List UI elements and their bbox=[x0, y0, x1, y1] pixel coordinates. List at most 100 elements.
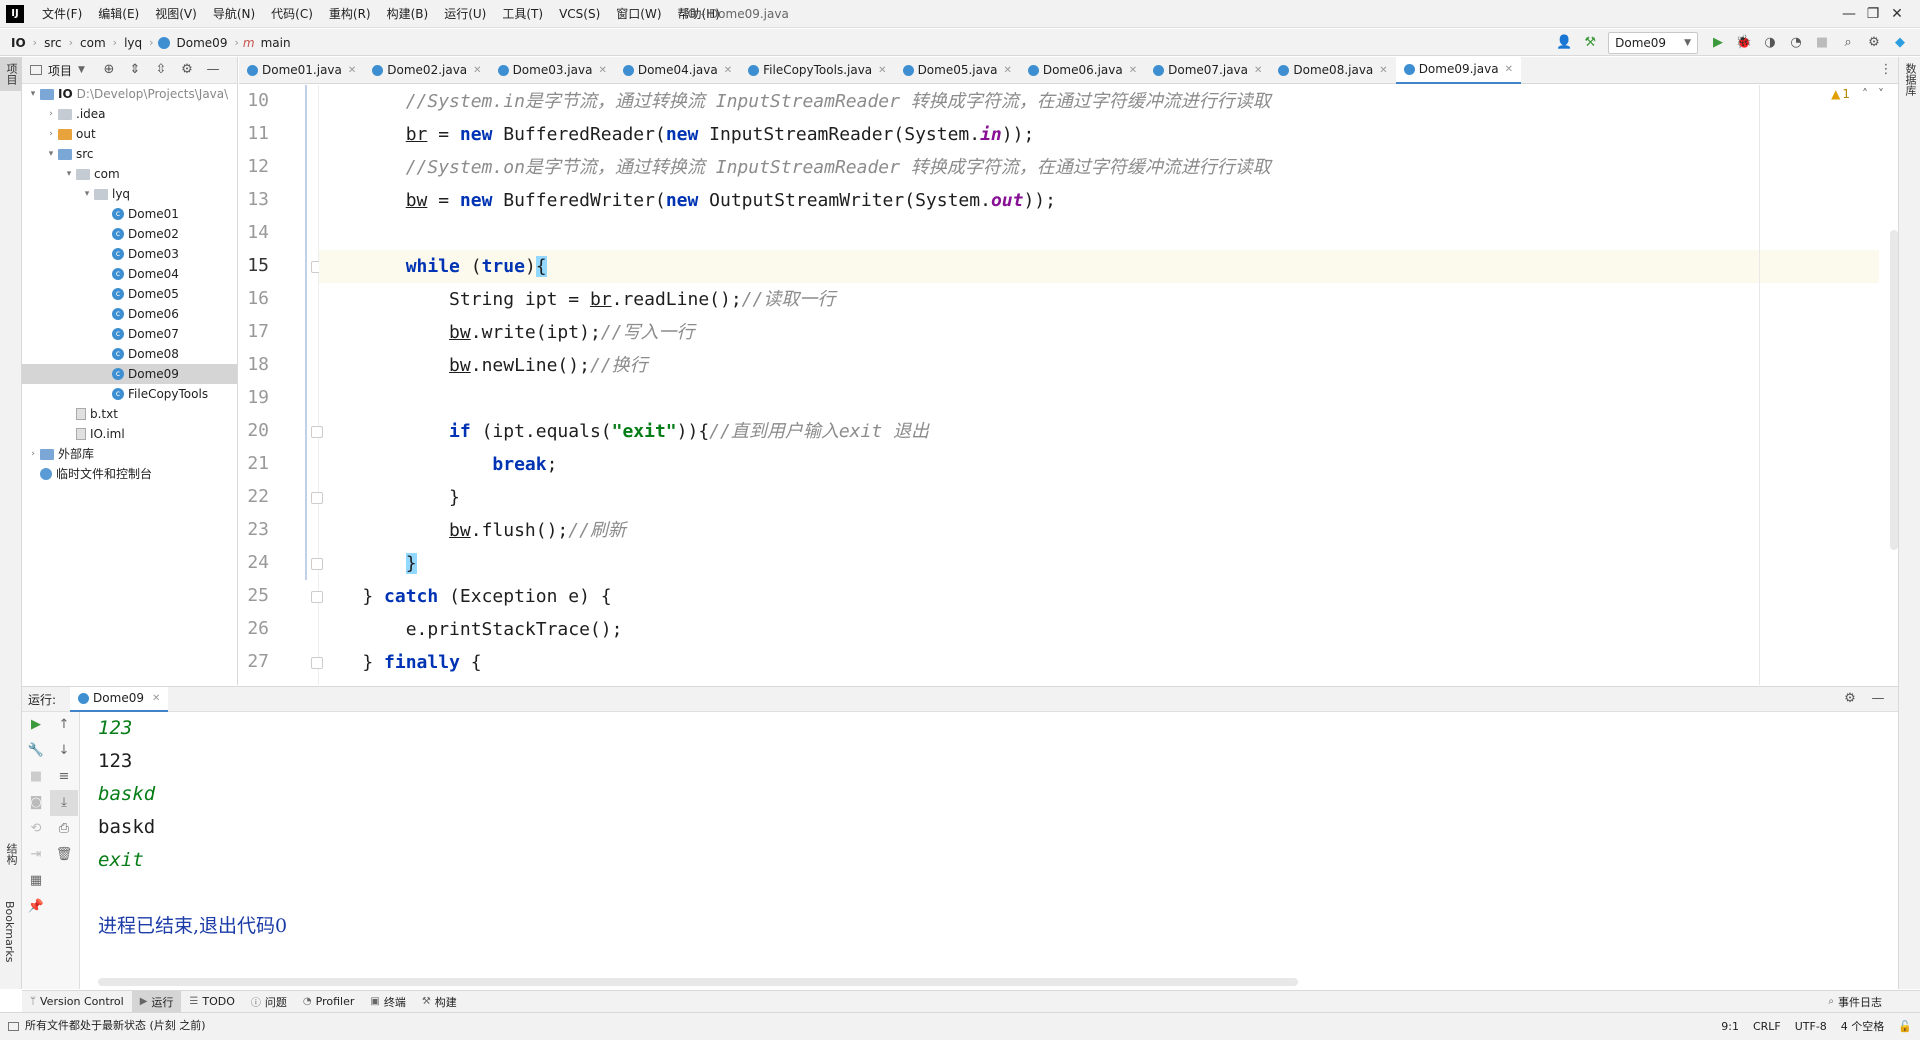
chevron-down-icon[interactable]: ▼ bbox=[78, 65, 85, 75]
code-area[interactable]: //System.in是字节流，通过转换流 InputStreamReader … bbox=[319, 85, 1879, 685]
gear-icon[interactable]: ⚙ bbox=[175, 58, 199, 82]
close-icon[interactable]: ✕ bbox=[1379, 65, 1387, 76]
tree-item[interactable]: ▾ src bbox=[22, 144, 237, 164]
tree-toggle-icon[interactable]: › bbox=[44, 104, 58, 124]
menu-window[interactable]: 窗口(W) bbox=[608, 0, 669, 28]
editor-tab[interactable]: Dome05.java ✕ bbox=[895, 57, 1020, 84]
editor-tab[interactable]: Dome03.java ✕ bbox=[490, 57, 615, 84]
menu-navigate[interactable]: 导航(N) bbox=[205, 0, 263, 28]
close-icon[interactable]: ✕ bbox=[1505, 64, 1513, 75]
menu-edit[interactable]: 编辑(E) bbox=[90, 0, 147, 28]
hammer-build-icon[interactable]: ⚒ bbox=[1578, 31, 1602, 55]
editor-tab[interactable]: Dome08.java ✕ bbox=[1270, 57, 1395, 84]
menu-vcs[interactable]: VCS(S) bbox=[551, 0, 608, 28]
trash-icon[interactable]: 🗑 bbox=[50, 842, 78, 868]
lock-icon[interactable]: 🔓 bbox=[1898, 1020, 1912, 1033]
scroll-to-end-icon[interactable]: ⤓ bbox=[50, 790, 78, 816]
close-icon[interactable]: ✕ bbox=[348, 65, 356, 76]
pin-icon[interactable]: 📌 bbox=[22, 894, 50, 920]
tree-item[interactable]: c Dome07 bbox=[22, 324, 237, 344]
structure-tool-tab[interactable]: 结构 bbox=[0, 837, 22, 871]
menu-code[interactable]: 代码(C) bbox=[263, 0, 321, 28]
menu-view[interactable]: 视图(V) bbox=[147, 0, 205, 28]
indent-setting[interactable]: 4 个空格 bbox=[1841, 1018, 1885, 1034]
chevron-up-icon[interactable]: ˄ bbox=[1862, 87, 1868, 101]
run-icon[interactable]: ▶ bbox=[1706, 31, 1730, 55]
menu-file[interactable]: 文件(F) bbox=[34, 0, 90, 28]
chevron-down-icon[interactable]: ˅ bbox=[1878, 87, 1884, 101]
hide-icon[interactable]: — bbox=[1866, 687, 1890, 711]
inspection-widget[interactable]: ▲ 1 ˄ ˅ bbox=[1831, 87, 1884, 101]
tree-item[interactable]: c Dome05 bbox=[22, 284, 237, 304]
gear-icon[interactable]: ⚙ bbox=[1862, 31, 1886, 55]
menu-build[interactable]: 构建(B) bbox=[379, 0, 437, 28]
profile-icon[interactable]: ◔ bbox=[1784, 31, 1808, 55]
expand-all-icon[interactable]: ⇕ bbox=[123, 58, 147, 82]
menu-tools[interactable]: 工具(T) bbox=[494, 0, 551, 28]
rerun-icon[interactable]: ▶ bbox=[22, 712, 50, 738]
tool-todo[interactable]: ☰ TODO bbox=[181, 991, 242, 1013]
tree-item[interactable]: c Dome09 bbox=[22, 364, 237, 384]
editor-tab[interactable]: Dome02.java ✕ bbox=[364, 57, 489, 84]
breadcrumb-src[interactable]: src bbox=[41, 36, 65, 50]
tree-toggle-icon[interactable]: › bbox=[26, 444, 40, 464]
close-icon[interactable]: ✕ bbox=[724, 65, 732, 76]
tree-toggle-icon[interactable]: ▾ bbox=[26, 84, 40, 104]
code-editor[interactable]: 10 11 12 13 14 15 16 17 18 19 20 21 22 23 24 25 26 27 //S… bbox=[239, 85, 1898, 685]
breadcrumb-project[interactable]: IO bbox=[8, 36, 29, 50]
editor-tab[interactable]: Dome07.java ✕ bbox=[1145, 57, 1270, 84]
print-icon[interactable]: ⎙ bbox=[50, 816, 78, 842]
wrench-icon[interactable]: 🔧 bbox=[22, 738, 50, 764]
restore-layout-icon[interactable]: ⟲ bbox=[22, 816, 50, 842]
locate-icon[interactable]: ⊕ bbox=[97, 58, 121, 82]
tree-item[interactable]: c Dome02 bbox=[22, 224, 237, 244]
tool-event-log[interactable]: ⌕ 事件日志 bbox=[1820, 991, 1890, 1013]
tree-item[interactable]: c Dome01 bbox=[22, 204, 237, 224]
tree-item[interactable]: b.txt bbox=[22, 404, 237, 424]
soft-wrap-icon[interactable]: ≡ bbox=[50, 764, 78, 790]
gear-icon[interactable]: ⚙ bbox=[1838, 687, 1862, 711]
breadcrumb-lyq[interactable]: lyq bbox=[121, 36, 145, 50]
tool-version-control[interactable]: ᛘ Version Control bbox=[22, 991, 132, 1013]
user-icon[interactable]: 👤 bbox=[1552, 31, 1576, 55]
editor-tab[interactable]: Dome06.java ✕ bbox=[1020, 57, 1145, 84]
tree-item[interactable]: ▾ lyq bbox=[22, 184, 237, 204]
tree-item[interactable]: › .idea bbox=[22, 104, 237, 124]
breadcrumb-class[interactable]: Dome09 bbox=[174, 36, 231, 50]
more-tabs-icon[interactable]: ⋮ bbox=[1874, 58, 1898, 82]
close-window-button[interactable]: ✕ bbox=[1874, 0, 1920, 28]
editor-scrollbar[interactable] bbox=[1890, 230, 1898, 550]
tree-item[interactable]: c Dome03 bbox=[22, 244, 237, 264]
collapse-all-icon[interactable]: ⇳ bbox=[149, 58, 173, 82]
close-icon[interactable]: ✕ bbox=[1254, 65, 1262, 76]
caret-position[interactable]: 9:1 bbox=[1721, 1020, 1739, 1033]
close-icon[interactable]: ✕ bbox=[878, 65, 886, 76]
menu-run[interactable]: 运行(U) bbox=[436, 0, 494, 28]
tree-toggle-icon[interactable]: › bbox=[44, 124, 58, 144]
tree-item[interactable]: › out bbox=[22, 124, 237, 144]
status-message[interactable]: 所有文件都处于最新状态 (片刻 之前) bbox=[8, 1013, 206, 1039]
camera-icon[interactable]: ◙ bbox=[22, 790, 50, 816]
tree-toggle-icon[interactable]: ▾ bbox=[62, 164, 76, 184]
tree-item[interactable]: c FileCopyTools bbox=[22, 384, 237, 404]
coverage-icon[interactable]: ◑ bbox=[1758, 31, 1782, 55]
file-encoding[interactable]: UTF-8 bbox=[1795, 1020, 1827, 1033]
debug-icon[interactable]: 🐞 bbox=[1732, 31, 1756, 55]
search-icon[interactable]: ⌕ bbox=[1836, 31, 1860, 55]
editor-tab[interactable]: Dome04.java ✕ bbox=[615, 57, 740, 84]
run-config-selector[interactable]: Dome09 ▼ bbox=[1608, 31, 1698, 54]
breadcrumb-com[interactable]: com bbox=[77, 36, 109, 50]
tree-toggle-icon[interactable]: ▾ bbox=[80, 184, 94, 204]
editor-tab[interactable]: FileCopyTools.java ✕ bbox=[740, 57, 894, 84]
project-tool-tab[interactable]: 项目 bbox=[0, 57, 22, 91]
tree-item[interactable]: ▾ com bbox=[22, 164, 237, 184]
editor-tab[interactable]: Dome01.java ✕ bbox=[239, 57, 364, 84]
tree-item[interactable]: c Dome06 bbox=[22, 304, 237, 324]
stop-icon[interactable]: ■ bbox=[22, 764, 50, 790]
tree-toggle-icon[interactable]: ▾ bbox=[44, 144, 58, 164]
close-icon[interactable]: ✕ bbox=[473, 65, 481, 76]
breadcrumb-method[interactable]: main bbox=[258, 36, 294, 50]
console-scrollbar[interactable] bbox=[98, 978, 1298, 986]
run-tab[interactable]: Dome09 ✕ bbox=[70, 686, 169, 712]
tree-item[interactable]: IO.iml bbox=[22, 424, 237, 444]
